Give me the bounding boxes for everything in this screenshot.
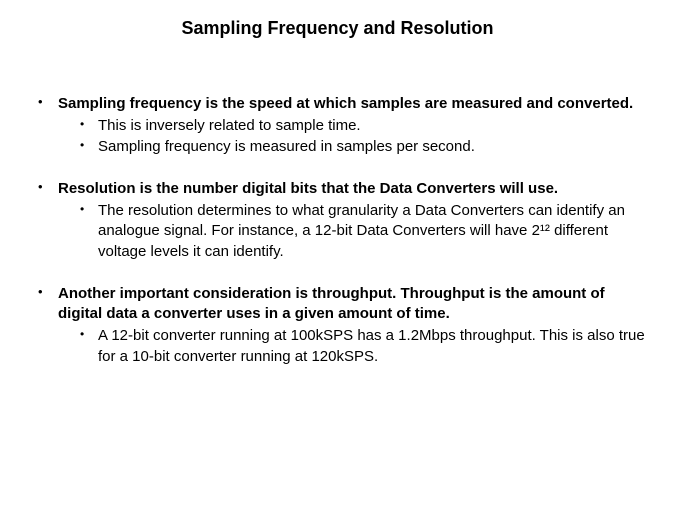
list-item: Sampling frequency is the speed at which… bbox=[38, 94, 645, 157]
content-list: Sampling frequency is the speed at which… bbox=[30, 94, 645, 367]
list-item: Another important consideration is throu… bbox=[38, 284, 645, 367]
list-item-text: Sampling frequency is the speed at which… bbox=[58, 94, 645, 114]
sub-list: The resolution determines to what granul… bbox=[58, 201, 645, 262]
slide-title: Sampling Frequency and Resolution bbox=[30, 18, 645, 39]
sub-list: This is inversely related to sample time… bbox=[58, 116, 645, 157]
sub-list-item: A 12-bit converter running at 100kSPS ha… bbox=[80, 326, 645, 367]
sub-list-item: This is inversely related to sample time… bbox=[80, 116, 645, 136]
list-item-text: Resolution is the number digital bits th… bbox=[58, 179, 645, 199]
sub-list-item: Sampling frequency is measured in sample… bbox=[80, 137, 645, 157]
list-item: Resolution is the number digital bits th… bbox=[38, 179, 645, 262]
sub-list-item: The resolution determines to what granul… bbox=[80, 201, 645, 262]
sub-list: A 12-bit converter running at 100kSPS ha… bbox=[58, 326, 645, 367]
list-item-text: Another important consideration is throu… bbox=[58, 284, 645, 325]
